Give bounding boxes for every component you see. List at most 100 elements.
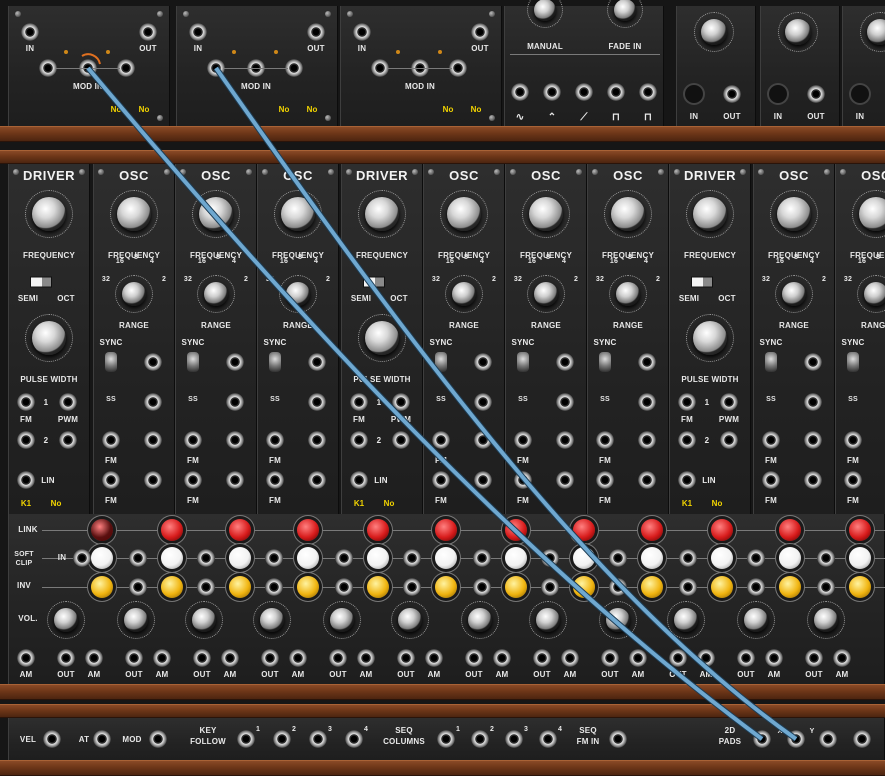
mixer-in-jack[interactable] (73, 549, 91, 567)
osc-frequency-knob[interactable] (199, 197, 233, 231)
volume-knob[interactable] (398, 608, 422, 632)
osc-jack[interactable] (144, 431, 162, 449)
volume-knob[interactable] (536, 608, 560, 632)
osc-frequency-knob[interactable] (117, 197, 151, 231)
inv-button[interactable] (505, 576, 527, 598)
volume-knob[interactable] (606, 608, 630, 632)
mixer-out-jack[interactable] (261, 649, 279, 667)
sync-toggle[interactable] (105, 352, 117, 372)
osc-jack[interactable] (596, 431, 614, 449)
link-button[interactable] (505, 519, 527, 541)
osc-jack[interactable] (844, 431, 862, 449)
small-module-1-button[interactable] (685, 85, 703, 103)
mixer-in-jack[interactable] (265, 578, 283, 596)
softclip-button[interactable] (849, 547, 871, 569)
osc-frequency-knob[interactable] (859, 197, 885, 231)
sync-toggle[interactable] (599, 352, 611, 372)
osc-range-knob[interactable] (122, 282, 146, 306)
sync-toggle[interactable] (847, 352, 859, 372)
mixer-in-jack[interactable] (679, 578, 697, 596)
driver-jack[interactable] (392, 393, 410, 411)
driver-jack[interactable] (392, 431, 410, 449)
osc-jack[interactable] (102, 471, 120, 489)
mixer-in-jack[interactable] (679, 549, 697, 567)
am-jack[interactable] (765, 649, 783, 667)
driver-frequency-knob[interactable] (32, 197, 66, 231)
inv-button[interactable] (849, 576, 871, 598)
mod-jack[interactable] (149, 730, 167, 748)
mixer-in-jack[interactable] (541, 549, 559, 567)
sync-toggle[interactable] (187, 352, 199, 372)
inv-button[interactable] (779, 576, 801, 598)
am-jack[interactable] (833, 649, 851, 667)
softclip-button[interactable] (161, 547, 183, 569)
mixer-in-jack[interactable] (747, 549, 765, 567)
am-jack[interactable] (17, 649, 35, 667)
osc-jack[interactable] (184, 431, 202, 449)
inv-button[interactable] (435, 576, 457, 598)
inv-button[interactable] (573, 576, 595, 598)
mixer-in-jack[interactable] (335, 549, 353, 567)
link-button[interactable] (573, 519, 595, 541)
volume-knob[interactable] (744, 608, 768, 632)
inv-button[interactable] (711, 576, 733, 598)
pulse-width-knob[interactable] (32, 321, 66, 355)
osc-jack[interactable] (432, 471, 450, 489)
inv-button[interactable] (367, 576, 389, 598)
osc-jack[interactable] (144, 393, 162, 411)
mixer-out-jack[interactable] (737, 649, 755, 667)
sync-toggle[interactable] (435, 352, 447, 372)
link-button[interactable] (229, 519, 251, 541)
softclip-button[interactable] (91, 547, 113, 569)
osc-jack[interactable] (638, 471, 656, 489)
volume-knob[interactable] (54, 608, 78, 632)
volume-knob[interactable] (124, 608, 148, 632)
softclip-button[interactable] (573, 547, 595, 569)
key-follow-jack-4[interactable] (345, 730, 363, 748)
fade-in-knob[interactable] (614, 0, 636, 21)
am-jack[interactable] (153, 649, 171, 667)
top-module-2-in[interactable] (189, 23, 207, 41)
osc-range-knob[interactable] (534, 282, 558, 306)
mixer-out-jack[interactable] (601, 649, 619, 667)
link-button[interactable] (849, 519, 871, 541)
driver-jack[interactable] (350, 393, 368, 411)
inv-button[interactable] (641, 576, 663, 598)
osc-jack[interactable] (762, 431, 780, 449)
osc-jack[interactable] (474, 393, 492, 411)
am-jack[interactable] (425, 649, 443, 667)
osc-frequency-knob[interactable] (447, 197, 481, 231)
softclip-button[interactable] (711, 547, 733, 569)
semi-oct-switch[interactable] (691, 276, 713, 288)
volume-knob[interactable] (192, 608, 216, 632)
osc-jack[interactable] (514, 471, 532, 489)
osc-jack[interactable] (226, 431, 244, 449)
osc-frequency-knob[interactable] (777, 197, 811, 231)
2d-pads-x[interactable] (753, 730, 771, 748)
driver-jack[interactable] (678, 431, 696, 449)
mixer-in-jack[interactable] (473, 578, 491, 596)
mixer-out-jack[interactable] (805, 649, 823, 667)
volume-knob[interactable] (674, 608, 698, 632)
osc-jack[interactable] (308, 471, 326, 489)
mixer-out-jack[interactable] (465, 649, 483, 667)
softclip-button[interactable] (435, 547, 457, 569)
osc-jack[interactable] (144, 471, 162, 489)
softclip-button[interactable] (505, 547, 527, 569)
am-jack[interactable] (289, 649, 307, 667)
top-module-3-jack-a[interactable] (371, 59, 389, 77)
mixer-in-jack[interactable] (403, 578, 421, 596)
link-button[interactable] (161, 519, 183, 541)
waveform-out-1[interactable] (511, 83, 529, 101)
driver-jack[interactable] (720, 431, 738, 449)
am-jack[interactable] (357, 649, 375, 667)
am-jack[interactable] (561, 649, 579, 667)
osc-jack[interactable] (762, 471, 780, 489)
softclip-button[interactable] (779, 547, 801, 569)
aux-jack[interactable] (819, 730, 837, 748)
waveform-out-5[interactable] (639, 83, 657, 101)
seq-fm-in-jack[interactable] (609, 730, 627, 748)
driver-jack[interactable] (720, 393, 738, 411)
mixer-out-jack[interactable] (533, 649, 551, 667)
top-module-3-out[interactable] (471, 23, 489, 41)
